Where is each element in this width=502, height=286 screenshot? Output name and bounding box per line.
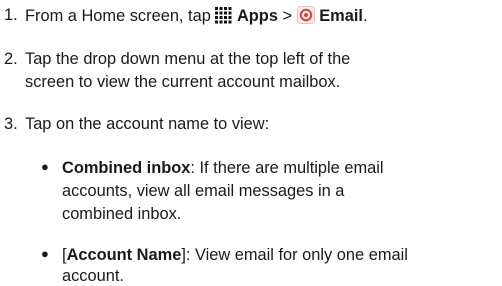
bullet-text-line-3: combined inbox.: [62, 205, 182, 223]
step-text: From a Home screen, tap Apps > Email.: [25, 6, 368, 29]
bullet-term: Account Name: [66, 246, 182, 264]
bullet-icon: ●: [41, 159, 49, 174]
apps-label: Apps: [236, 7, 278, 25]
bullet-term: Combined inbox: [62, 159, 191, 177]
step-text-line-2: screen to view the current account mailb…: [25, 73, 341, 91]
step-number: 3.: [4, 115, 18, 133]
step-number: 2.: [4, 50, 18, 68]
bullet-text-line-2: accounts, view all email messages in a: [62, 182, 345, 200]
step-text-line-1: Tap the drop down menu at the top left o…: [25, 50, 351, 68]
apps-grid-icon: [215, 7, 232, 29]
step-number: 1.: [4, 6, 18, 24]
bullet-text-line-1: Combined inbox: If there are multiple em…: [62, 159, 384, 177]
bullet-icon: ●: [41, 246, 49, 261]
bullet-text-line-1: [Account Name]: View email for only one …: [62, 246, 408, 264]
bullet-text-line-2: account.: [62, 267, 124, 285]
email-label: Email: [319, 7, 363, 25]
email-app-icon: [296, 6, 315, 29]
separator: >: [282, 7, 293, 25]
step-text-line-1: Tap on the account name to view:: [25, 115, 270, 133]
